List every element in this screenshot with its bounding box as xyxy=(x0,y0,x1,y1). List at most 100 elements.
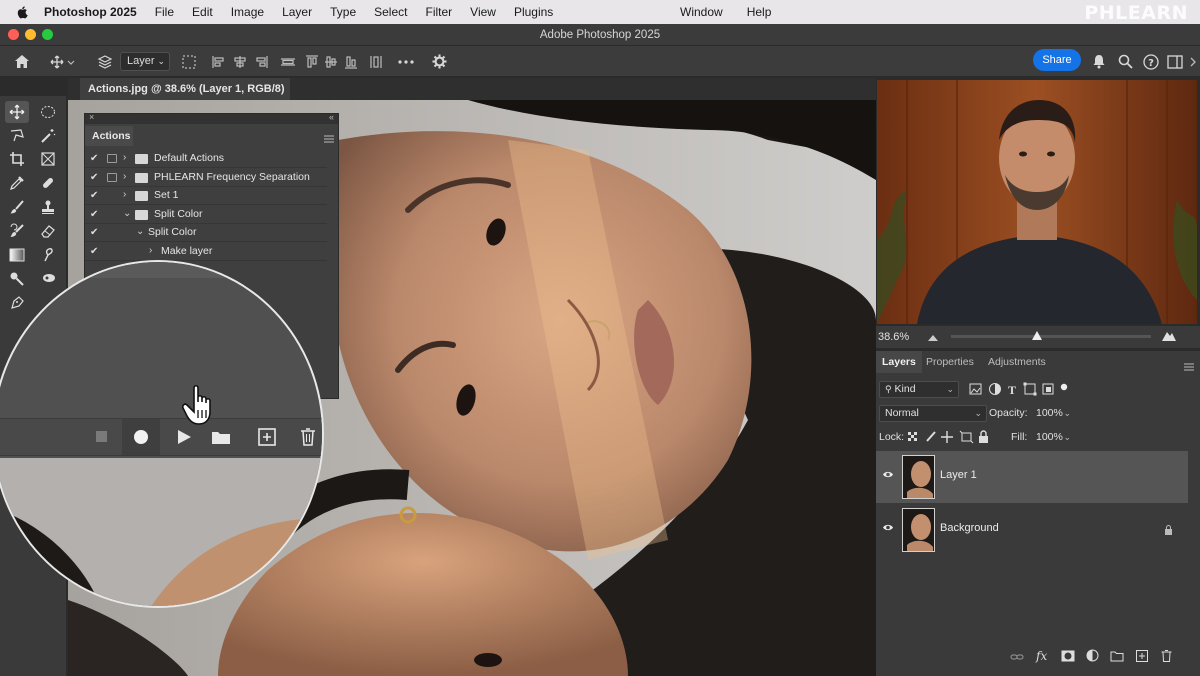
layer-effects-icon[interactable]: fx xyxy=(1036,647,1047,665)
healing-brush-tool-icon[interactable] xyxy=(36,172,60,194)
elliptical-marquee-tool-icon[interactable] xyxy=(36,101,60,123)
layer-row-background[interactable]: Background xyxy=(876,504,1188,556)
zoom-in-icon[interactable] xyxy=(1162,329,1176,344)
zoom-out-icon[interactable] xyxy=(928,332,938,344)
action-row[interactable]: ✔ › PHLEARN Frequency Separation xyxy=(85,169,327,187)
zoom-slider-track[interactable] xyxy=(951,335,1151,338)
new-group-icon[interactable] xyxy=(1110,649,1124,667)
action-enabled-check-icon[interactable]: ✔ xyxy=(90,209,102,220)
new-action-button[interactable] xyxy=(258,428,276,451)
menu-edit[interactable]: Edit xyxy=(192,5,213,19)
new-layer-icon[interactable] xyxy=(1136,649,1148,667)
menu-type[interactable]: Type xyxy=(330,5,356,19)
eyedropper-tool-icon[interactable] xyxy=(5,172,29,194)
action-enabled-check-icon[interactable]: ✔ xyxy=(90,190,102,201)
brush-tool-icon[interactable] xyxy=(5,196,29,218)
menu-select[interactable]: Select xyxy=(374,5,407,19)
polygonal-lasso-tool-icon[interactable] xyxy=(5,125,29,147)
eraser-tool-icon[interactable] xyxy=(36,220,60,242)
action-enabled-check-icon[interactable]: ✔ xyxy=(90,227,102,238)
record-button[interactable] xyxy=(122,419,160,455)
add-mask-icon[interactable] xyxy=(1061,649,1075,667)
auto-select-target-dropdown[interactable]: Layer ⌄ xyxy=(120,52,170,71)
visibility-eye-icon[interactable] xyxy=(882,523,894,532)
menu-window[interactable]: Window xyxy=(680,5,723,19)
layer-filter-kind-dropdown[interactable]: ⚲ Kind ⌄ xyxy=(879,381,959,398)
menu-app-name[interactable]: Photoshop 2025 xyxy=(44,5,137,19)
history-brush-tool-icon[interactable] xyxy=(5,220,29,242)
menu-layer[interactable]: Layer xyxy=(282,5,312,19)
magic-wand-tool-icon[interactable] xyxy=(36,125,60,147)
gear-icon[interactable] xyxy=(429,52,449,71)
blend-mode-value: Normal xyxy=(885,407,919,419)
minimize-window-button[interactable] xyxy=(25,29,36,40)
tab-layers[interactable]: Layers xyxy=(876,351,922,373)
move-tool-icon[interactable] xyxy=(5,101,29,123)
action-row[interactable]: ✔ › Default Actions xyxy=(85,150,327,168)
chevron-right-icon[interactable]: › xyxy=(123,152,126,163)
frame-tool-icon[interactable] xyxy=(36,148,60,170)
opacity-field[interactable]: 100% ⌄ xyxy=(1030,405,1076,422)
lock-options-icons[interactable] xyxy=(907,430,991,449)
menu-filter[interactable]: Filter xyxy=(425,5,452,19)
action-enabled-check-icon[interactable]: ✔ xyxy=(90,246,102,257)
close-panel-icon[interactable]: × xyxy=(89,112,94,122)
action-row[interactable]: ✔ › Make layer xyxy=(85,243,327,261)
action-enabled-check-icon[interactable]: ✔ xyxy=(90,172,102,183)
layers-panel-menu-icon[interactable] xyxy=(1184,358,1194,376)
menu-help[interactable]: Help xyxy=(747,5,772,19)
panel-menu-icon[interactable] xyxy=(324,130,334,148)
delete-action-button[interactable] xyxy=(300,428,316,451)
stop-recording-button[interactable] xyxy=(96,431,107,442)
collapse-panel-icon[interactable]: « xyxy=(329,112,334,122)
visibility-eye-icon[interactable] xyxy=(882,470,894,479)
menu-file[interactable]: File xyxy=(155,5,174,19)
share-button[interactable]: Share xyxy=(1033,49,1081,71)
trash-icon[interactable] xyxy=(1161,649,1172,667)
action-row[interactable]: ✔ ⌄ Split Color xyxy=(85,224,327,242)
notifications-bell-icon[interactable] xyxy=(1090,52,1108,71)
chevron-down-icon[interactable]: ⌄ xyxy=(123,208,131,219)
chevron-right-icon[interactable]: › xyxy=(123,171,126,182)
menu-image[interactable]: Image xyxy=(231,5,264,19)
more-right-icon[interactable] xyxy=(1188,52,1198,71)
action-row[interactable]: ✔ ⌄ Split Color xyxy=(85,206,327,224)
action-row[interactable]: ✔ › Set 1 xyxy=(85,187,327,205)
menu-view[interactable]: View xyxy=(470,5,496,19)
workspace-icon[interactable] xyxy=(1166,52,1184,71)
zoom-slider-thumb[interactable] xyxy=(1032,331,1042,343)
blend-mode-dropdown[interactable]: Normal ⌄ xyxy=(879,405,987,422)
new-set-button[interactable] xyxy=(211,429,231,450)
play-button[interactable] xyxy=(176,429,192,450)
link-layers-icon[interactable] xyxy=(1010,649,1024,667)
search-icon[interactable] xyxy=(1116,52,1134,71)
actions-panel-header: × « xyxy=(85,112,338,124)
tab-properties[interactable]: Properties xyxy=(926,351,974,373)
action-enabled-check-icon[interactable]: ✔ xyxy=(90,153,102,164)
crop-tool-icon[interactable] xyxy=(5,148,29,170)
clone-stamp-tool-icon[interactable] xyxy=(36,196,60,218)
chevron-right-icon[interactable]: › xyxy=(149,245,152,256)
move-tool-preset-icon[interactable] xyxy=(48,52,78,71)
help-icon[interactable]: ? xyxy=(1142,52,1160,71)
tab-actions[interactable]: Actions xyxy=(85,126,133,146)
chevron-down-icon[interactable]: ⌄ xyxy=(136,226,144,237)
menu-plugins[interactable]: Plugins xyxy=(514,5,553,19)
dialog-toggle-icon[interactable] xyxy=(107,172,117,182)
dialog-toggle-icon[interactable] xyxy=(107,154,117,163)
transform-controls-icon[interactable] xyxy=(180,52,198,71)
zoom-window-button[interactable] xyxy=(42,29,53,40)
adjustment-layer-icon[interactable] xyxy=(1086,649,1099,667)
more-options-icon[interactable] xyxy=(396,52,416,71)
fill-field[interactable]: 100% ⌄ xyxy=(1030,429,1076,446)
close-window-button[interactable] xyxy=(8,29,19,40)
document-tab[interactable]: Actions.jpg @ 38.6% (Layer 1, RGB/8) * xyxy=(80,78,290,117)
layer-row-layer-1[interactable]: Layer 1 xyxy=(876,451,1188,503)
chevron-right-icon[interactable]: › xyxy=(123,189,126,200)
options-bar: Layer ⌄ ? xyxy=(0,46,1200,77)
apple-icon[interactable] xyxy=(16,5,30,19)
home-icon[interactable] xyxy=(12,52,32,71)
tab-adjustments[interactable]: Adjustments xyxy=(988,351,1046,373)
pen-tool-icon[interactable] xyxy=(5,292,29,314)
auto-select-layers-icon[interactable] xyxy=(96,52,114,71)
